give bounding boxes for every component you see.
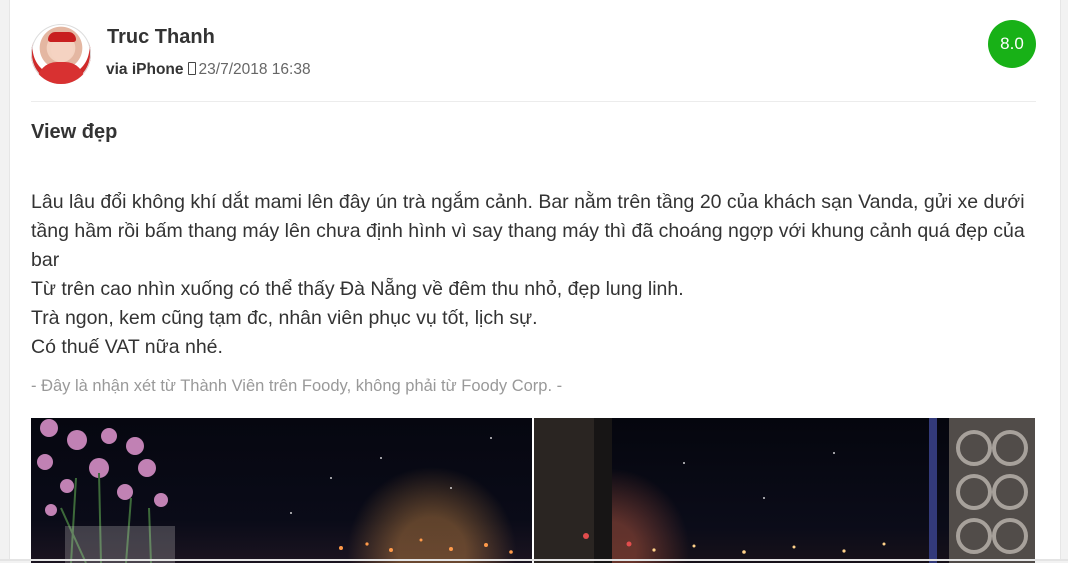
- avatar-shirt: [37, 62, 85, 84]
- review-paragraph: Có thuế VAT nữa nhé.: [31, 336, 223, 358]
- device-label: via iPhone: [106, 61, 184, 78]
- review-paragraph: Từ trên cao nhìn xuống có thể thấy Đà Nẵ…: [31, 278, 684, 300]
- avatar-hat: [48, 32, 76, 42]
- avatar[interactable]: [31, 24, 91, 84]
- phone-icon: [187, 62, 196, 75]
- timestamp: 23/7/2018 16:38: [198, 61, 311, 78]
- review-meta: via iPhone 23/7/2018 16:38: [106, 61, 311, 79]
- score-badge: 8.0: [988, 20, 1036, 68]
- night-window-graphic: [534, 418, 1035, 563]
- user-name[interactable]: Truc Thanh: [107, 26, 215, 49]
- review-photo[interactable]: [31, 418, 532, 563]
- review-body: Lâu lâu đổi không khí dắt mami lên đây ú…: [31, 188, 1041, 362]
- review-paragraph: Lâu lâu đổi không khí dắt mami lên đây ú…: [31, 191, 1025, 271]
- review-paragraph: Trà ngon, kem cũng tạm đc, nhân viên phụ…: [31, 307, 538, 329]
- review-title[interactable]: View đẹp: [31, 121, 117, 144]
- review-photo[interactable]: [534, 418, 1035, 563]
- divider: [31, 101, 1036, 102]
- disclaimer: - Đây là nhận xét từ Thành Viên trên Foo…: [31, 377, 563, 395]
- review-card: Truc Thanh via iPhone 23/7/2018 16:38 8.0…: [9, 0, 1061, 563]
- flower-vase-graphic: [37, 419, 513, 563]
